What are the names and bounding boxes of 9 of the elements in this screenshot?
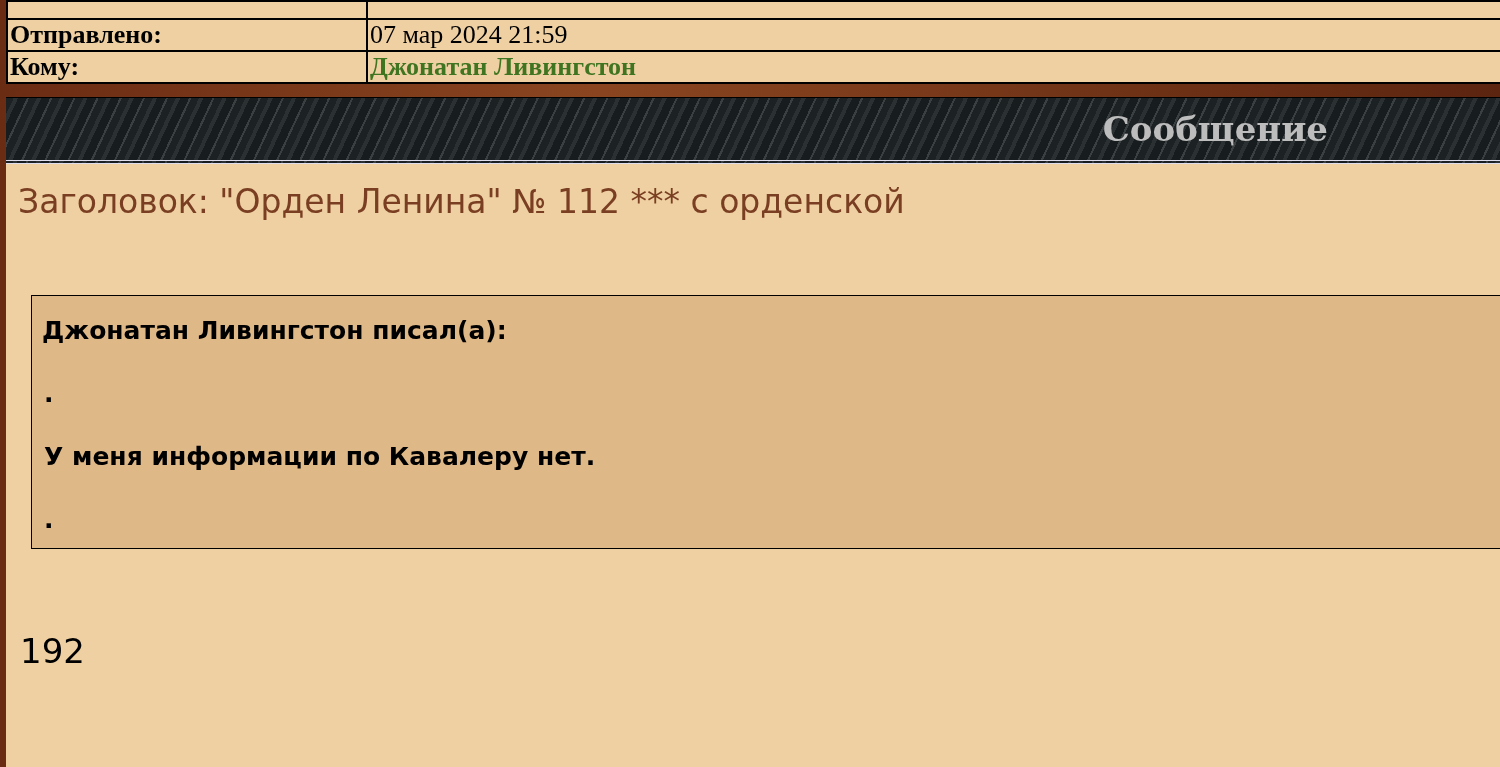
quote-author: Джонатан Ливингстон писал(а):	[42, 316, 508, 345]
quote-text: .	[44, 379, 55, 408]
section-title: Сообщение	[1102, 109, 1328, 149]
message-subject: Заголовок: "Орден Ленина" № 112 *** с орденской	[18, 182, 906, 221]
quote-text: .	[44, 505, 55, 534]
quote-text: У меня информации по Кавалеру нет.	[44, 442, 597, 471]
field-label: Отправлено:	[7, 19, 367, 51]
field-label: Кому:	[7, 51, 367, 83]
message-text: 192	[20, 631, 86, 671]
